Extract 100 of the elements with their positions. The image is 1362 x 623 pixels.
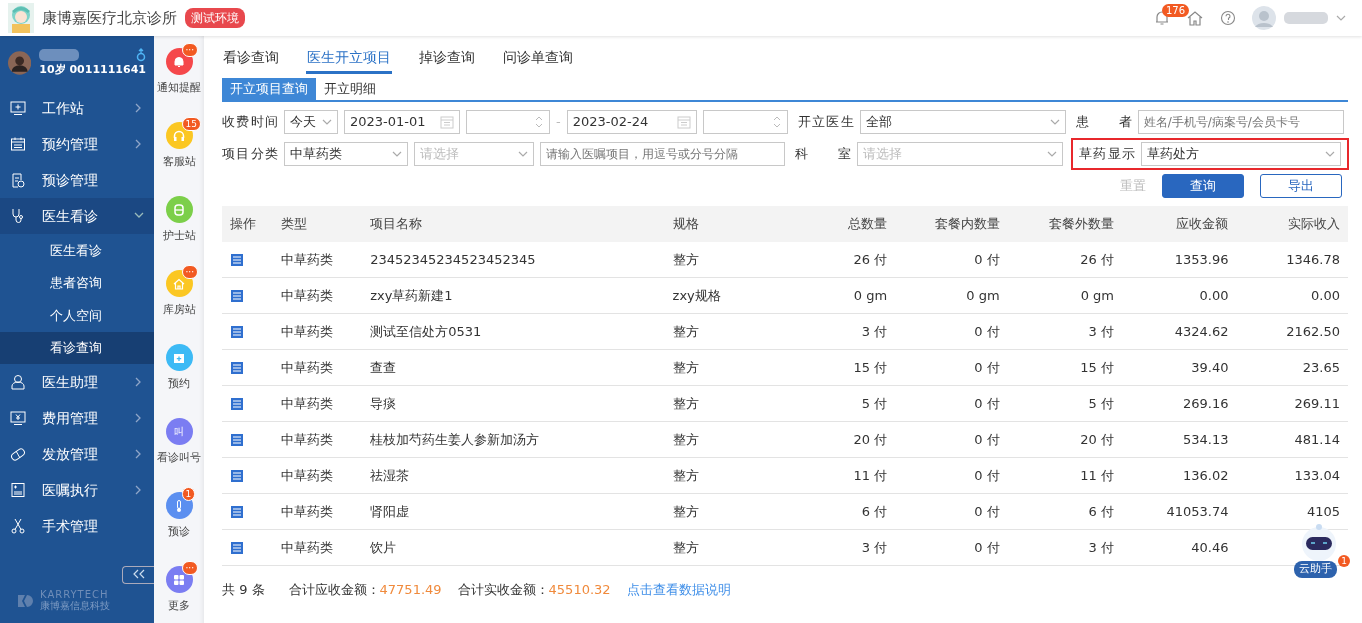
calendar-button[interactable]: [165, 344, 193, 371]
tab[interactable]: 问诊单查询: [502, 44, 574, 74]
total-amount: 47751.49: [379, 582, 442, 597]
submenu-item[interactable]: 看诊查询: [0, 331, 154, 364]
help-icon[interactable]: [1220, 10, 1236, 26]
table-cell: zxy规格: [671, 277, 774, 314]
menu-item[interactable]: 发放管理: [0, 436, 154, 472]
list-icon[interactable]: [230, 325, 244, 340]
export-button[interactable]: 导出: [1260, 173, 1342, 198]
time-field[interactable]: [702, 109, 788, 134]
search-button[interactable]: 查询: [1162, 173, 1244, 198]
table-cell: 6 付: [1000, 493, 1115, 530]
date-field[interactable]: 2023-02-24: [566, 109, 697, 134]
doctor-select[interactable]: 全部: [859, 109, 1066, 134]
menu-item[interactable]: 医生看诊: [0, 198, 154, 234]
table-cell: 0 gm: [1000, 277, 1115, 314]
avatar[interactable]: [1252, 6, 1276, 30]
tab[interactable]: 医生开立项目: [306, 44, 392, 74]
table-cell: 41053.74: [1115, 493, 1230, 530]
table-cell: 中草药类: [273, 313, 370, 350]
patient-field[interactable]: 姓名/手机号/病案号/会员卡号: [1137, 109, 1344, 134]
submenu-item[interactable]: 患者咨询: [0, 266, 154, 299]
list-icon[interactable]: [230, 361, 244, 376]
menu-item[interactable]: 医嘱执行: [0, 472, 154, 508]
table-cell: 整方: [671, 385, 774, 422]
count-badge: 1: [1338, 555, 1350, 567]
table-cell: 40.46: [1115, 529, 1230, 566]
table-cell: 5 付: [773, 385, 889, 422]
table-cell: 中草药类: [273, 277, 370, 314]
caret-icon[interactable]: [1336, 14, 1346, 22]
table-cell: 1353.96: [1115, 241, 1230, 278]
table-cell: 1346.78: [1229, 241, 1348, 278]
caret-icon: [1047, 149, 1057, 158]
bell-button[interactable]: [165, 48, 193, 75]
time-field[interactable]: [466, 109, 550, 134]
tab[interactable]: 掉诊查询: [418, 44, 476, 74]
date-field[interactable]: 2023-01-01: [344, 109, 460, 134]
items-field[interactable]: 请输入医嘱项目，用逗号或分号分隔: [540, 141, 785, 166]
category-select[interactable]: 中草药类: [284, 141, 408, 166]
quick-link-label[interactable]: 通知提醒: [157, 80, 201, 97]
quick-link-label[interactable]: 客服站: [162, 154, 196, 171]
list-icon[interactable]: [230, 469, 244, 484]
list-icon[interactable]: [230, 253, 244, 267]
menu-item[interactable]: 费用管理: [0, 400, 154, 436]
quick-link-label[interactable]: 护士站: [162, 228, 196, 245]
quick-link-label[interactable]: 预诊: [168, 524, 190, 541]
total-label: 合计应收金额：: [288, 582, 380, 597]
table-cell: 26 付: [773, 241, 889, 278]
headset-icon: [172, 128, 186, 143]
list-icon[interactable]: [230, 433, 244, 448]
table-cell: 15 付: [773, 349, 889, 386]
subtab[interactable]: 开立项目查询: [222, 78, 316, 100]
spinner-icon: [534, 114, 544, 129]
table-cell: 3 付: [773, 313, 889, 350]
document-icon: [10, 482, 26, 498]
tab[interactable]: 看诊查询: [222, 44, 280, 74]
grid-button[interactable]: [165, 566, 193, 593]
submenu-item[interactable]: 医生看诊: [0, 234, 154, 267]
house-button[interactable]: [165, 270, 193, 297]
list-icon[interactable]: [230, 289, 244, 304]
assistant-button[interactable]: 云助手: [1294, 561, 1337, 578]
table-cell: 269.11: [1229, 385, 1348, 422]
quick-link-label[interactable]: 更多: [168, 598, 190, 615]
column-header: 项目名称: [369, 205, 672, 242]
list-icon[interactable]: [230, 541, 244, 556]
caret-icon: [392, 149, 402, 158]
menu-item[interactable]: 手术管理: [0, 508, 154, 544]
column-header: 实际收入: [1229, 205, 1348, 242]
help-link[interactable]: 点击查看数据说明: [626, 580, 731, 600]
submenu-item[interactable]: 个人空间: [0, 299, 154, 332]
table-cell: 整方: [671, 313, 774, 350]
herb-display-select[interactable]: 草药处方: [1141, 141, 1341, 166]
column-header: 总数量: [773, 205, 889, 242]
quick-link-label[interactable]: 看诊叫号: [157, 450, 201, 467]
table-cell: 0 付: [888, 385, 1001, 422]
bell-icon: [172, 54, 186, 69]
menu-item[interactable]: 工作站: [0, 90, 154, 126]
menu-item[interactable]: 预诊管理: [0, 162, 154, 198]
table-cell: 0 付: [888, 493, 1001, 530]
quick-link-label[interactable]: 库房站: [162, 302, 196, 319]
blurred-name: [1284, 12, 1328, 24]
field-label: 项目分类: [222, 144, 278, 163]
table-cell: 0.00: [1229, 277, 1348, 314]
range-select[interactable]: 今天: [284, 109, 338, 134]
table-cell: 15 付: [1000, 349, 1115, 386]
spinner-icon: [771, 114, 782, 129]
subtab[interactable]: 开立明细: [316, 78, 384, 100]
menu-item[interactable]: 预约管理: [0, 126, 154, 162]
table-cell: 4324.62: [1115, 313, 1230, 350]
table-cell: 0 付: [888, 241, 1001, 278]
home-icon[interactable]: [1186, 10, 1204, 26]
column-header: 类型: [273, 205, 370, 242]
robot-icon[interactable]: [1299, 522, 1339, 562]
field-label: 科室: [795, 144, 851, 163]
list-icon[interactable]: [230, 505, 244, 520]
list-icon[interactable]: [230, 397, 244, 412]
quick-link-label[interactable]: 预约: [168, 376, 190, 393]
menu-item[interactable]: 医生助理: [0, 364, 154, 400]
table-cell: 3 付: [1000, 529, 1115, 566]
column-header: 操作: [222, 205, 274, 242]
